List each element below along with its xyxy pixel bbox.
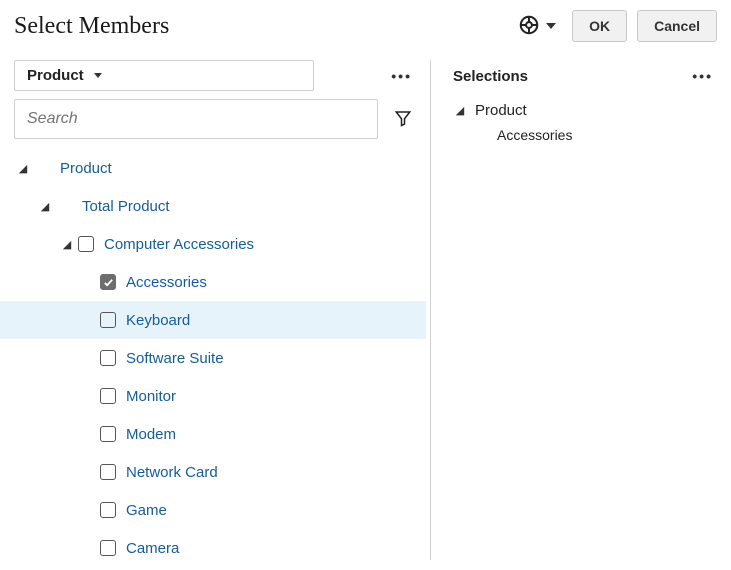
- tree-checkbox[interactable]: [100, 274, 116, 290]
- tree-checkbox[interactable]: [100, 350, 116, 366]
- caret-expanded-icon[interactable]: ◢: [38, 200, 52, 213]
- tree-node-label[interactable]: Modem: [126, 426, 176, 443]
- chevron-down-icon: [94, 73, 102, 78]
- selection-dimension-row[interactable]: ◢ Product: [453, 98, 717, 123]
- tree-checkbox[interactable]: [100, 388, 116, 404]
- tree-node-label[interactable]: Computer Accessories: [104, 236, 254, 253]
- selection-member[interactable]: Accessories: [453, 123, 717, 143]
- tree-row[interactable]: Software Suite: [0, 339, 426, 377]
- members-panel-menu[interactable]: •••: [387, 64, 416, 88]
- tree-node-label[interactable]: Keyboard: [126, 312, 190, 329]
- ok-button[interactable]: OK: [572, 10, 627, 42]
- tree-row[interactable]: ◢ Total Product: [0, 187, 426, 225]
- tree-row[interactable]: Monitor: [0, 377, 426, 415]
- help-dropdown[interactable]: [518, 14, 556, 39]
- tree-row[interactable]: Keyboard: [0, 301, 426, 339]
- tree-row[interactable]: ◢ Computer Accessories: [0, 225, 426, 263]
- dialog-title: Select Members: [14, 13, 169, 40]
- caret-expanded-icon[interactable]: ◢: [60, 238, 74, 251]
- tree-row[interactable]: Modem: [0, 415, 426, 453]
- tree-checkbox[interactable]: [100, 312, 116, 328]
- members-panel: Product ••• ◢ Product ◢ Total Product ◢ Compu…: [0, 52, 430, 568]
- tree-checkbox[interactable]: [100, 464, 116, 480]
- chevron-down-icon: [546, 23, 556, 29]
- dialog-header: Select Members OK Cancel: [0, 0, 731, 52]
- tree-node-label[interactable]: Monitor: [126, 388, 176, 405]
- tree-node-label[interactable]: Camera: [126, 540, 179, 557]
- tree-node-label[interactable]: Total Product: [82, 198, 170, 215]
- tree-row[interactable]: Accessories: [0, 263, 426, 301]
- caret-expanded-icon[interactable]: ◢: [16, 162, 30, 175]
- tree-node-label[interactable]: Software Suite: [126, 350, 224, 367]
- filter-button[interactable]: [390, 105, 416, 134]
- dialog-body: Product ••• ◢ Product ◢ Total Product ◢ Compu…: [0, 52, 731, 568]
- dimension-selector-label: Product: [27, 67, 84, 84]
- header-actions: OK Cancel: [518, 10, 717, 42]
- tree-row[interactable]: ◢ Product: [0, 149, 426, 187]
- selections-panel-menu[interactable]: •••: [688, 64, 717, 88]
- selections-panel: Selections ••• ◢ Product Accessories: [431, 52, 731, 568]
- selection-dimension-label: Product: [475, 102, 527, 119]
- help-icon: [518, 14, 540, 39]
- cancel-button[interactable]: Cancel: [637, 10, 717, 42]
- tree-checkbox[interactable]: [100, 540, 116, 556]
- caret-down-icon: ◢: [453, 104, 467, 117]
- tree-checkbox[interactable]: [100, 426, 116, 442]
- tree-row[interactable]: Camera: [0, 529, 426, 567]
- tree-checkbox[interactable]: [100, 502, 116, 518]
- tree-node-label[interactable]: Network Card: [126, 464, 218, 481]
- search-input[interactable]: [14, 99, 378, 139]
- tree-node-label[interactable]: Accessories: [126, 274, 207, 291]
- member-tree[interactable]: ◢ Product ◢ Total Product ◢ Computer Accessor…: [0, 149, 430, 568]
- dimension-selector[interactable]: Product: [14, 60, 314, 91]
- tree-node-label[interactable]: Game: [126, 502, 167, 519]
- selections-title: Selections: [453, 68, 528, 85]
- tree-row[interactable]: Game: [0, 491, 426, 529]
- tree-checkbox[interactable]: [78, 236, 94, 252]
- tree-node-label[interactable]: Product: [60, 160, 112, 177]
- tree-row[interactable]: Network Card: [0, 453, 426, 491]
